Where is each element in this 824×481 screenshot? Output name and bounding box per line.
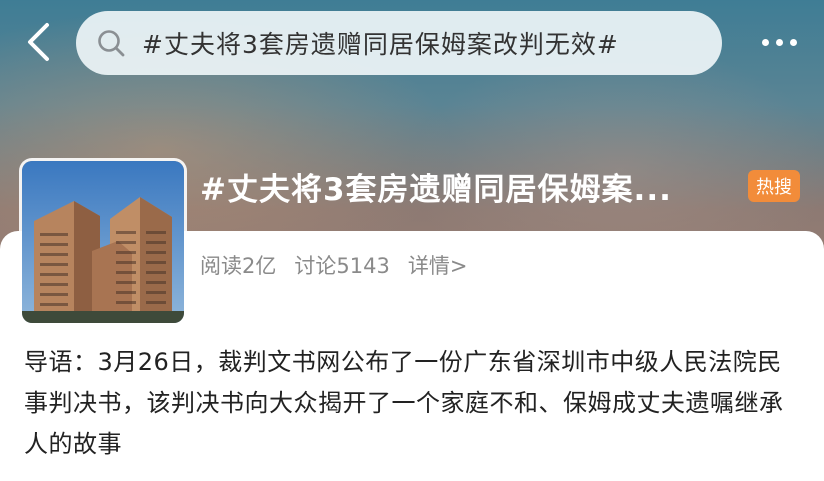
search-query-text: #丈夫将3套房遗赠同居保姆案改判无效# — [142, 30, 619, 59]
topic-title: #丈夫将3套房遗赠同居保姆案... — [200, 172, 672, 208]
more-button[interactable] — [754, 22, 804, 62]
back-button[interactable] — [16, 20, 60, 64]
topic-stats: 阅读2亿 讨论5143 详情> — [200, 250, 467, 280]
chevron-left-icon — [28, 23, 49, 61]
more-dots-icon — [761, 38, 769, 46]
topic-intro: 导语：3月26日，裁判文书网公布了一份广东省深圳市中级人民法院民事判决书，该判决… — [24, 348, 784, 458]
topic-cover-image — [22, 161, 184, 323]
details-link[interactable]: 详情> — [408, 250, 468, 280]
hot-badge: 热搜 — [748, 170, 800, 202]
search-input[interactable]: #丈夫将3套房遗赠同居保姆案改判无效# — [76, 11, 722, 75]
discussion-count: 讨论5143 — [294, 254, 390, 278]
read-count: 阅读2亿 — [200, 254, 277, 278]
search-icon — [94, 26, 128, 60]
